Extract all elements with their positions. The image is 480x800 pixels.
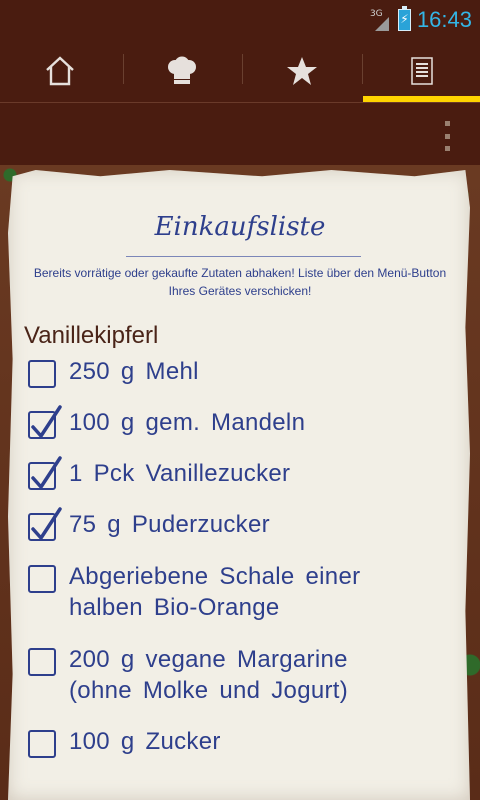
- tab-bar: [0, 40, 480, 103]
- status-bar: 3G ⚡ 16:43: [0, 0, 480, 40]
- item-text: 200 g vegane Margarine (ohne Molke und J…: [69, 646, 349, 704]
- item-text: 1 Pck Vanillezucker: [69, 460, 291, 487]
- page-subtitle: Bereits vorrätige oder gekaufte Zutaten …: [33, 266, 447, 298]
- selected-tab-indicator: [363, 96, 480, 102]
- tab-recipes[interactable]: [122, 40, 242, 102]
- list-item[interactable]: 200 g vegane Margarine (ohne Molke und J…: [28, 644, 458, 708]
- list-item[interactable]: 250 g Mehl: [28, 356, 458, 388]
- item-checkbox[interactable]: [28, 405, 62, 439]
- signal-3g-icon: 3G: [370, 9, 392, 31]
- battery-charging-icon: ⚡: [397, 6, 411, 31]
- item-text: 100 g gem. Mandeln: [69, 409, 306, 436]
- list-icon: [411, 57, 433, 85]
- item-checkbox[interactable]: [28, 507, 62, 541]
- item-text: 250 g Mehl: [69, 358, 199, 385]
- list-item[interactable]: Abgeriebene Schale einer halben Bio-Oran…: [28, 561, 458, 625]
- status-icons: 3G ⚡ 16:43: [370, 6, 472, 34]
- checkmark-icon: [31, 456, 62, 489]
- home-icon: [46, 56, 74, 86]
- star-icon: [287, 57, 317, 85]
- overflow-menu-icon[interactable]: [442, 121, 452, 151]
- item-text: Abgeriebene Schale einer halben Bio-Oran…: [69, 563, 361, 621]
- list-item[interactable]: 1 Pck Vanillezucker: [28, 456, 458, 490]
- tab-home[interactable]: [0, 40, 120, 102]
- item-checkbox[interactable]: [28, 360, 56, 388]
- action-bar: [0, 103, 480, 165]
- chef-hat-icon: [168, 56, 196, 84]
- page-title: Einkaufsliste: [154, 212, 326, 242]
- item-checkbox[interactable]: [28, 648, 56, 676]
- item-text: 75 g Puderzucker: [69, 511, 270, 538]
- title-underline: [126, 256, 361, 257]
- tab-shopping-list[interactable]: [362, 40, 480, 102]
- item-checkbox[interactable]: [28, 565, 56, 593]
- item-checkbox[interactable]: [28, 730, 56, 758]
- item-text: 100 g Zucker: [69, 728, 221, 755]
- checkmark-icon: [31, 405, 62, 438]
- status-clock: 16:43: [416, 7, 472, 32]
- recipe-name: Vanillekipferl: [24, 322, 159, 349]
- list-item[interactable]: 100 g gem. Mandeln: [28, 405, 458, 439]
- list-item[interactable]: 100 g Zucker: [28, 726, 458, 758]
- signal-bars-icon: [374, 17, 389, 31]
- checkmark-icon: [31, 507, 62, 540]
- list-item[interactable]: 75 g Puderzucker: [28, 507, 458, 541]
- item-checkbox[interactable]: [28, 456, 62, 490]
- tab-favorites[interactable]: [242, 40, 362, 102]
